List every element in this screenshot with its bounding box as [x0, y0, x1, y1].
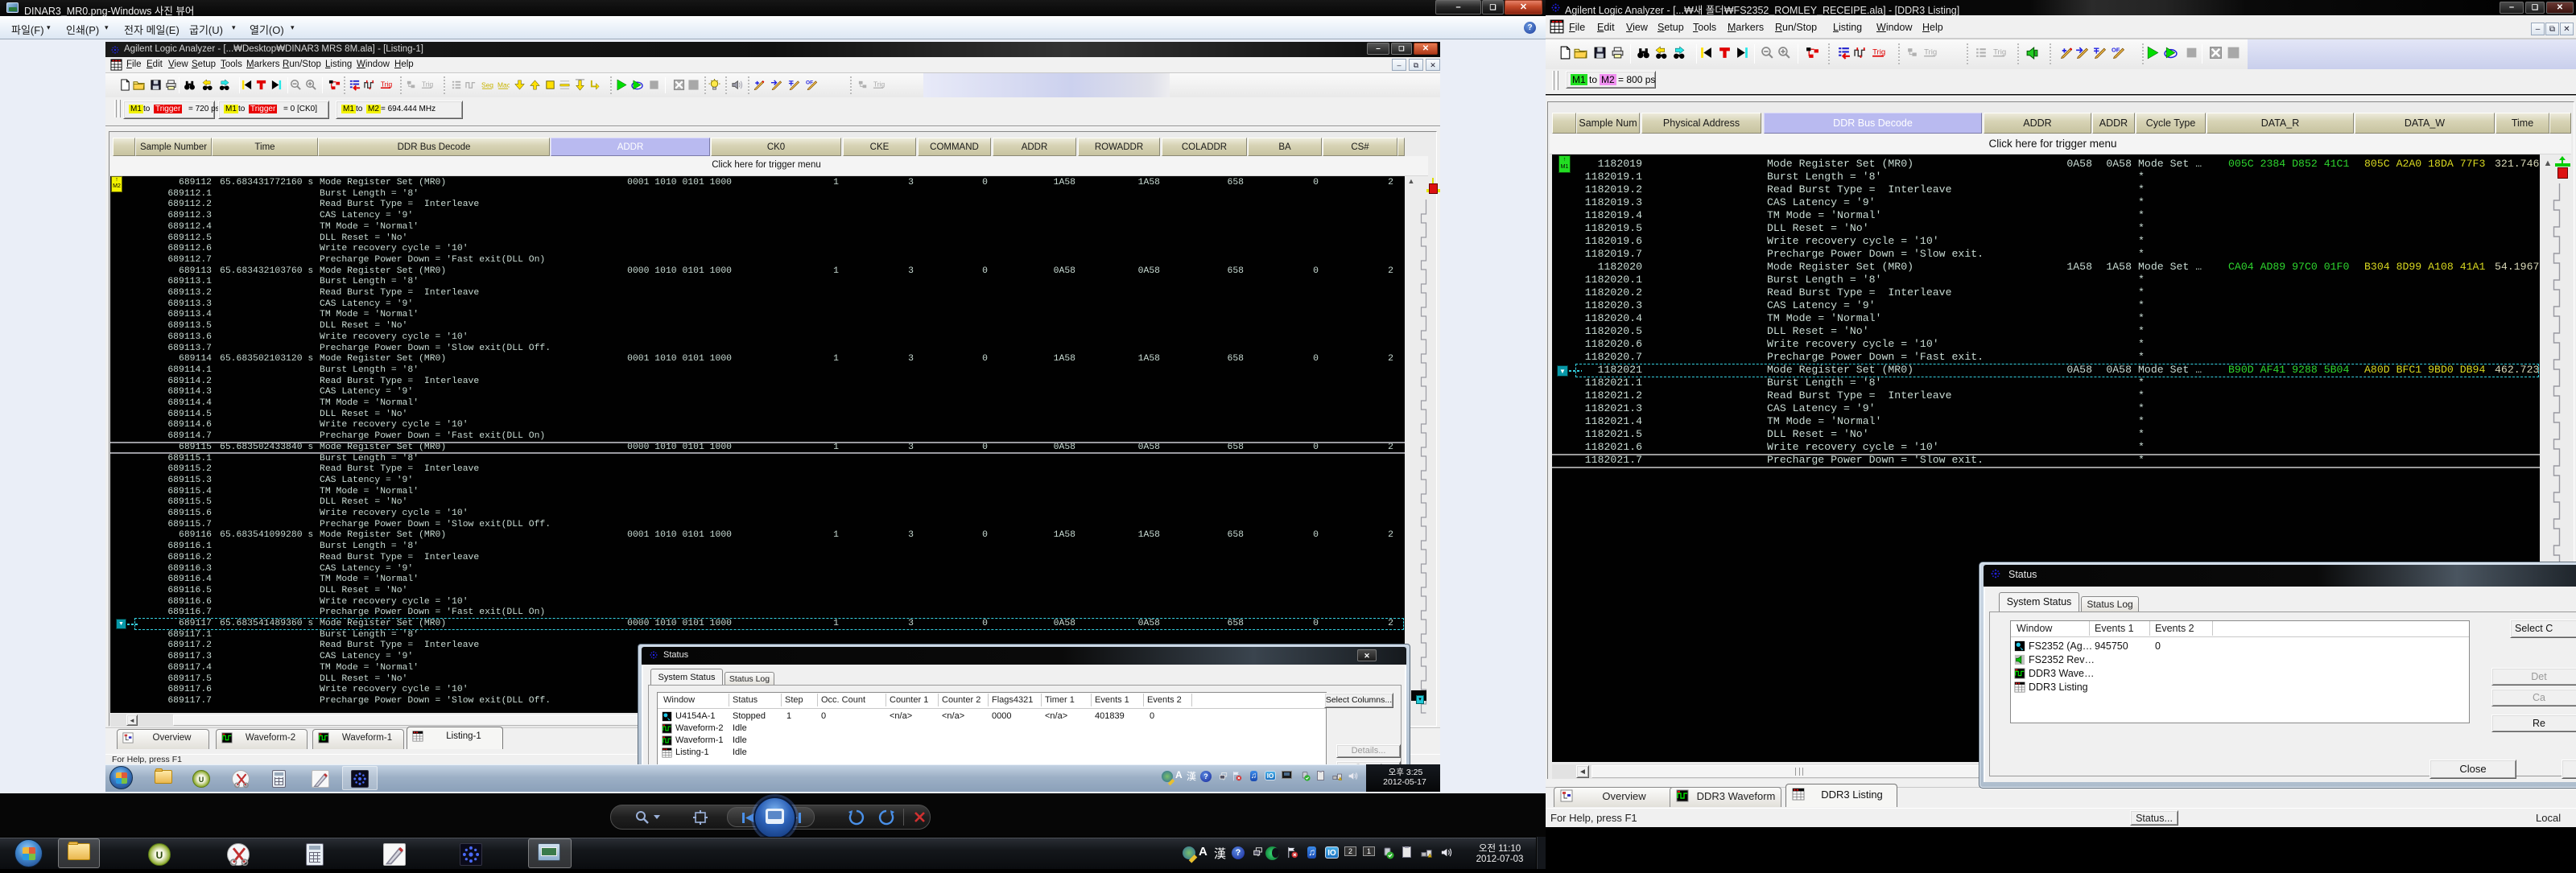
svg-text:Trig: Trig [1924, 48, 1937, 57]
svg-text:Trig: Trig [381, 80, 392, 88]
svg-text:OF: OF [806, 80, 813, 86]
svg-text:OF: OF [2112, 46, 2120, 53]
svg-text:Mac: Mac [497, 80, 510, 89]
svg-text:Trig: Trig [873, 80, 885, 88]
svg-text:Trig: Trig [1993, 48, 2006, 57]
svg-text:Trig: Trig [422, 80, 433, 88]
svg-text:Seq: Seq [481, 80, 493, 89]
